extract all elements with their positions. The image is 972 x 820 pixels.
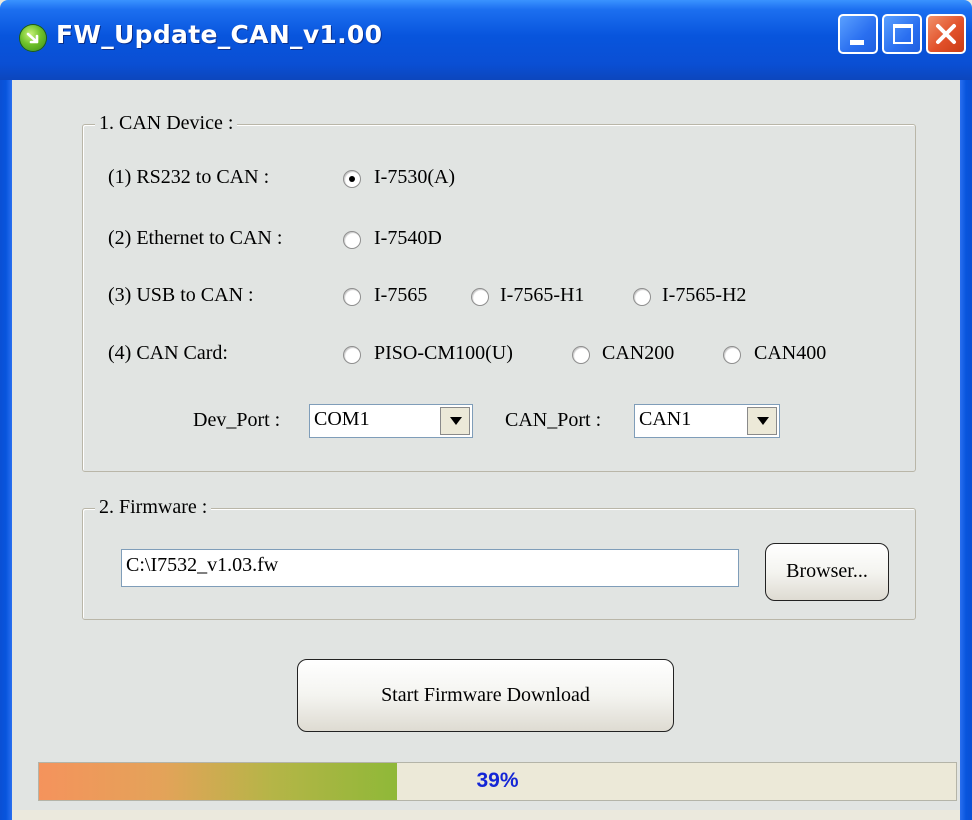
firmware-legend: 2. Firmware : bbox=[95, 496, 212, 519]
can-port-label: CAN_Port : bbox=[505, 409, 602, 431]
radio-can200[interactable] bbox=[572, 346, 590, 364]
radio-i7565-label[interactable]: I-7565 bbox=[374, 284, 427, 307]
firmware-path-value: C:\I7532_v1.03.fw bbox=[126, 554, 279, 576]
radio-i7565-h1-label[interactable]: I-7565-H1 bbox=[500, 284, 584, 307]
radio-can400[interactable] bbox=[723, 346, 741, 364]
radio-piso-cm100u[interactable] bbox=[343, 346, 361, 364]
close-button[interactable] bbox=[926, 14, 966, 54]
maximize-icon bbox=[893, 24, 913, 44]
window-title: FW_Update_CAN_v1.00 bbox=[56, 20, 383, 49]
can-device-legend: 1. CAN Device : bbox=[95, 112, 238, 135]
chevron-down-icon bbox=[450, 417, 462, 425]
maximize-button[interactable] bbox=[882, 14, 922, 54]
can-port-select[interactable]: CAN1 bbox=[634, 404, 780, 438]
radio-i7565-h1[interactable] bbox=[471, 288, 489, 306]
dev-port-dropdown-button[interactable] bbox=[440, 407, 470, 435]
dev-port-value: COM1 bbox=[314, 408, 370, 430]
rs232-label: (1) RS232 to CAN : bbox=[108, 166, 270, 188]
radio-i7540d[interactable] bbox=[343, 231, 361, 249]
app-window: FW_Update_CAN_v1.00 1. CAN Device : (1) … bbox=[0, 0, 972, 820]
radio-i7530a-label[interactable]: I-7530(A) bbox=[374, 166, 455, 189]
dev-port-select[interactable]: COM1 bbox=[309, 404, 473, 438]
start-download-button[interactable]: Start Firmware Download bbox=[297, 659, 674, 732]
can-port-dropdown-button[interactable] bbox=[747, 407, 777, 435]
minimize-button[interactable] bbox=[838, 14, 878, 54]
progress-percent-text: 39% bbox=[476, 769, 519, 792]
window-frame-right bbox=[960, 80, 972, 820]
firmware-path-input[interactable]: C:\I7532_v1.03.fw bbox=[121, 549, 739, 587]
window-frame-left bbox=[0, 80, 12, 820]
can-card-label: (4) CAN Card: bbox=[108, 342, 228, 364]
close-icon bbox=[936, 24, 956, 44]
radio-i7565-h2-label[interactable]: I-7565-H2 bbox=[662, 284, 746, 307]
start-download-label: Start Firmware Download bbox=[381, 684, 590, 706]
radio-i7530a[interactable] bbox=[343, 170, 361, 188]
radio-can400-label[interactable]: CAN400 bbox=[754, 342, 826, 365]
chevron-down-icon bbox=[757, 417, 769, 425]
dev-port-label: Dev_Port : bbox=[193, 409, 281, 431]
title-bar[interactable]: FW_Update_CAN_v1.00 bbox=[0, 0, 972, 80]
ethernet-label: (2) Ethernet to CAN : bbox=[108, 227, 283, 249]
download-progress-bar: 39% bbox=[38, 762, 957, 801]
radio-i7540d-label[interactable]: I-7540D bbox=[374, 227, 442, 250]
radio-can200-label[interactable]: CAN200 bbox=[602, 342, 674, 365]
browse-button-label: Browser... bbox=[786, 560, 868, 582]
can-port-value: CAN1 bbox=[639, 408, 692, 430]
browse-button[interactable]: Browser... bbox=[765, 543, 889, 601]
radio-piso-cm100u-label[interactable]: PISO-CM100(U) bbox=[374, 342, 513, 365]
radio-i7565[interactable] bbox=[343, 288, 361, 306]
minimize-icon bbox=[850, 40, 864, 45]
usb-label: (3) USB to CAN : bbox=[108, 284, 254, 306]
app-icon bbox=[20, 25, 46, 51]
radio-i7565-h2[interactable] bbox=[633, 288, 651, 306]
